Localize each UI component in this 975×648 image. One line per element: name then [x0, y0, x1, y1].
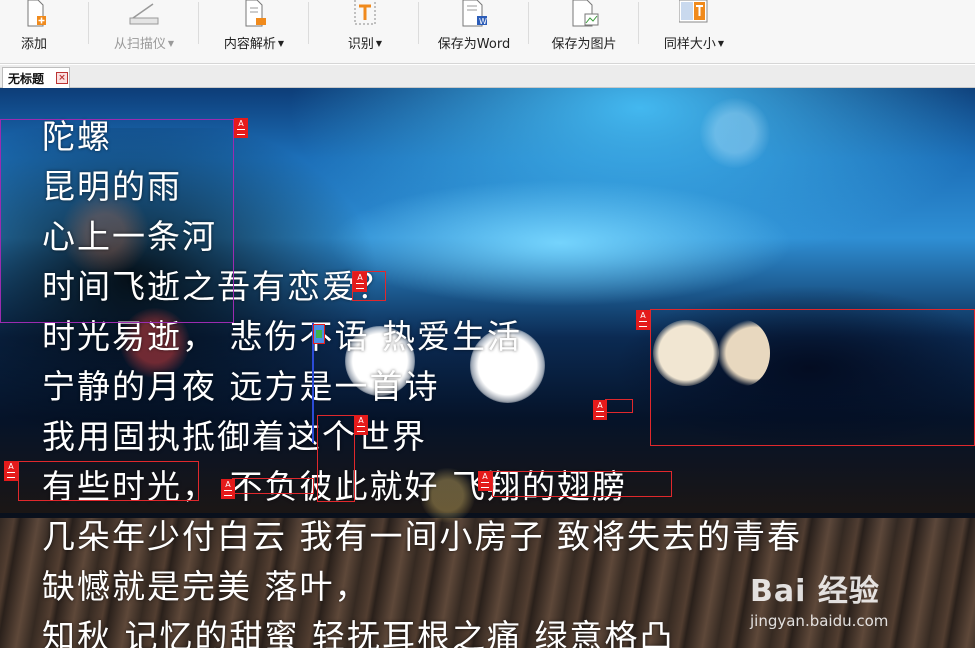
content-parse-icon	[245, 0, 266, 27]
text-region[interactable]	[232, 478, 314, 494]
document-tab-bar: 无标题 ×	[0, 65, 975, 88]
save-as-image-label: 保存为图片	[551, 37, 617, 52]
recognize-label: 识别	[347, 37, 374, 52]
add-button[interactable]: 添加	[4, 0, 64, 64]
scanner-icon	[129, 3, 159, 25]
bokeh-light	[700, 98, 770, 168]
toolbar-separator	[88, 2, 89, 44]
same-size-button[interactable]: 同样大小 ▼	[650, 0, 738, 64]
add-document-icon	[27, 0, 46, 27]
watermark-url: jingyan.baidu.com	[750, 612, 889, 630]
poem-line: 知秋 记忆的甜蜜 轻抚耳根之痛 绿意格凸	[42, 617, 675, 648]
content-parse-button[interactable]: 内容解析 ▼	[208, 0, 300, 64]
from-scanner-button[interactable]: 从扫描仪 ▼	[100, 0, 188, 64]
text-region[interactable]	[0, 119, 234, 323]
toolbar-separator	[638, 2, 639, 44]
poem-line: 缺憾就是完美 落叶，	[42, 567, 370, 606]
save-as-image-button[interactable]: 保存为图片	[540, 0, 628, 64]
content-parse-label: 内容解析	[223, 37, 276, 52]
toolbar-separator	[528, 2, 529, 44]
text-recognize-icon	[354, 0, 376, 25]
save-as-word-button[interactable]: W 保存为Word	[428, 0, 520, 64]
chevron-down-icon: ▼	[717, 39, 725, 48]
document-canvas[interactable]: 陀螺 昆明的雨 心上一条河 时间飞逝之吾有恋爱？ 时光易逝， 悲伤不语 热爱生活…	[0, 88, 975, 648]
text-region[interactable]	[18, 461, 199, 501]
main-toolbar: 添加 从扫描仪 ▼ 内容解析 ▼ 识别 ▼ W 保存为Word 保存为图片 同样…	[0, 0, 975, 64]
chevron-down-icon: ▼	[167, 39, 175, 48]
text-region-tag-icon[interactable]: A	[636, 310, 650, 330]
save-word-icon: W	[462, 0, 487, 27]
same-size-label: 同样大小	[663, 37, 716, 52]
baidu-jingyan-watermark: Bai 经验 jingyan.baidu.com	[750, 566, 888, 630]
toolbar-separator	[198, 2, 199, 44]
chevron-down-icon: ▼	[277, 39, 285, 48]
text-region[interactable]	[605, 399, 633, 413]
save-image-icon	[572, 0, 599, 27]
text-region-tag-icon[interactable]: A	[354, 415, 368, 435]
svg-text:W: W	[479, 17, 487, 26]
toolbar-separator	[418, 2, 419, 44]
same-size-icon	[679, 0, 708, 23]
text-region-tag-icon[interactable]: A	[353, 272, 367, 292]
from-scanner-label: 从扫描仪	[113, 37, 166, 52]
save-as-word-label: 保存为Word	[437, 37, 511, 52]
close-icon[interactable]: ×	[56, 72, 68, 84]
tab-untitled[interactable]: 无标题 ×	[2, 67, 70, 88]
poem-line: 我用固执抵御着这个世界	[42, 417, 427, 456]
text-region-tag-icon[interactable]: A	[4, 461, 18, 481]
text-region[interactable]	[650, 309, 975, 446]
text-region-tag-icon[interactable]: A	[234, 118, 248, 138]
text-region[interactable]	[317, 415, 355, 502]
text-region-tag-icon[interactable]: A	[593, 400, 607, 420]
add-button-label: 添加	[20, 37, 47, 52]
chevron-down-icon: ▼	[375, 39, 383, 48]
text-region[interactable]	[492, 471, 672, 497]
toolbar-separator	[308, 2, 309, 44]
text-region-tag-icon[interactable]: A	[221, 479, 235, 499]
poem-line: 宁静的月夜 远方是一首诗	[42, 367, 440, 406]
watermark-logo: Bai 经验	[750, 574, 880, 609]
image-region-tag-icon[interactable]	[313, 324, 325, 344]
text-region-tag-icon[interactable]: A	[478, 471, 492, 491]
poem-line: 几朵年少付白云 我有一间小房子 致将失去的青春	[42, 517, 802, 556]
tab-untitled-label: 无标题	[8, 72, 45, 86]
recognize-button[interactable]: 识别 ▼	[330, 0, 400, 64]
